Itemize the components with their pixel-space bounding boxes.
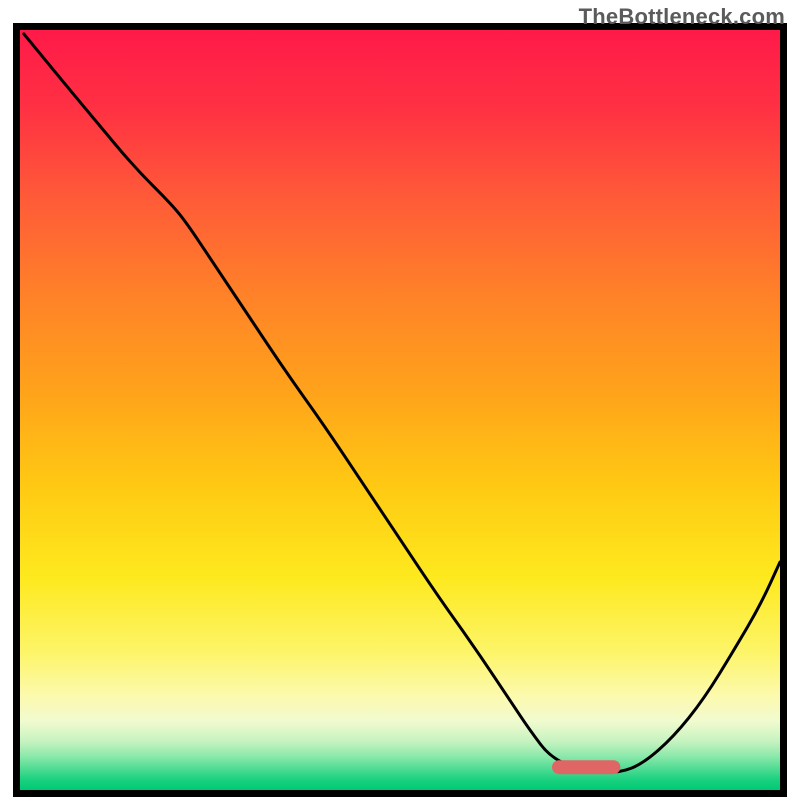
plot-area <box>17 27 784 794</box>
gradient-background <box>20 30 780 790</box>
watermark-text: TheBottleneck.com <box>579 4 785 30</box>
chart-container: TheBottleneck.com <box>0 0 800 800</box>
minimum-marker <box>552 760 620 774</box>
bottleneck-chart <box>0 0 800 800</box>
